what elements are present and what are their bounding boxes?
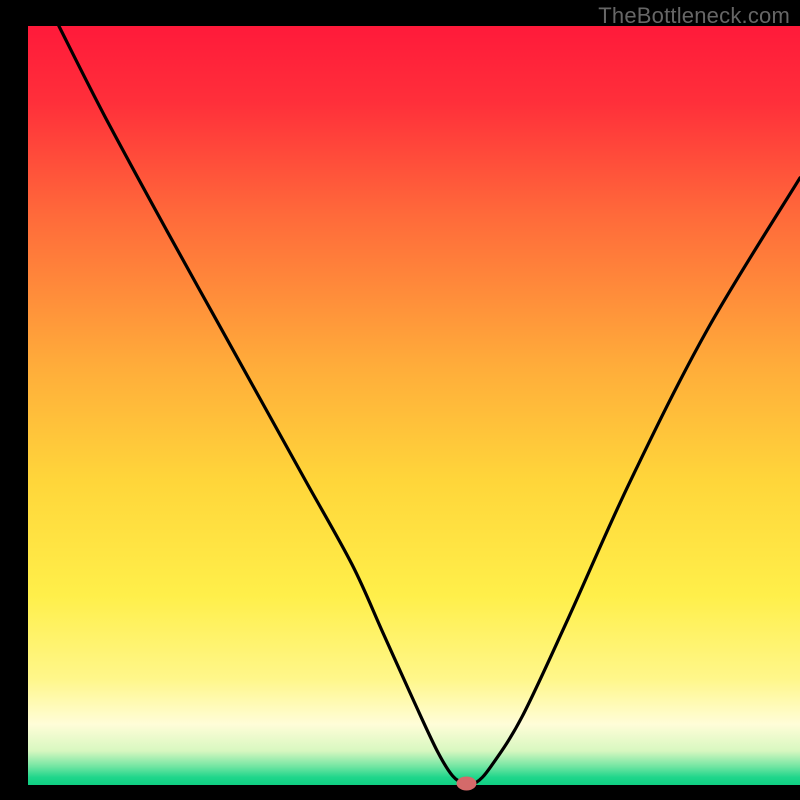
watermark-text: TheBottleneck.com — [598, 3, 790, 29]
bottleneck-chart — [0, 0, 800, 800]
chart-frame: TheBottleneck.com — [0, 0, 800, 800]
optimum-marker — [456, 776, 476, 790]
plot-area — [28, 26, 800, 785]
